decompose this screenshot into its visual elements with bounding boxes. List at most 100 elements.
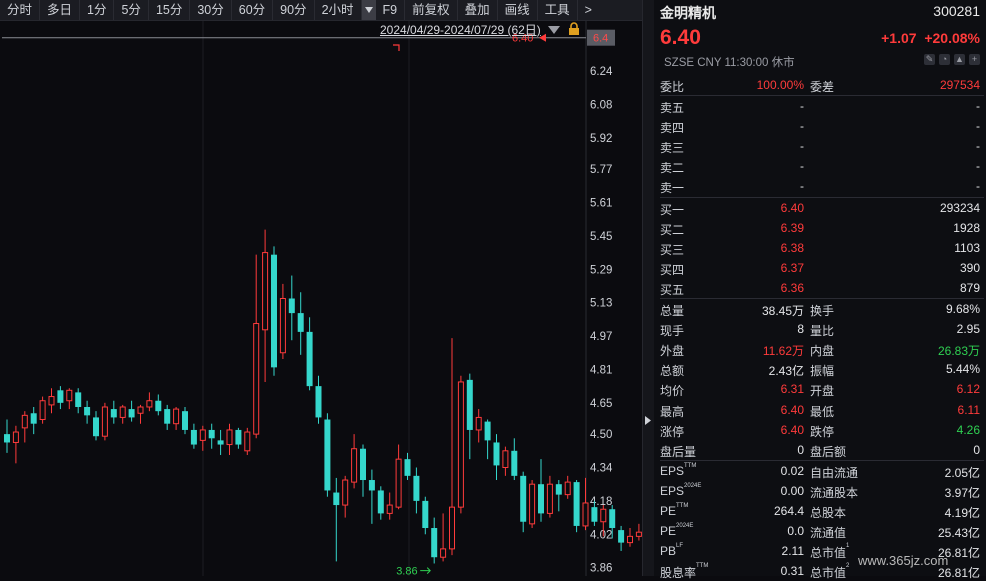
row-label-text: 买五 xyxy=(660,282,685,297)
period-tab-1[interactable]: 多日 xyxy=(40,0,81,20)
row-value: 38.45万 xyxy=(761,304,804,319)
price-tick-label: 4.34 xyxy=(590,463,613,475)
period-dropdown-icon[interactable] xyxy=(361,0,376,20)
toolbar-tool-1[interactable]: 前复权 xyxy=(405,0,458,20)
row-value: 6.40 xyxy=(780,402,804,417)
candle xyxy=(21,411,28,443)
change-percent: +20.08% xyxy=(924,30,980,46)
row-label: 买四 xyxy=(660,261,684,278)
price-tick-label: 5.77 xyxy=(590,164,612,176)
row-value-2: - xyxy=(976,119,980,134)
candle xyxy=(511,438,518,481)
lock-icon[interactable] xyxy=(568,22,580,38)
candle xyxy=(288,275,295,341)
row-value-2: 879 xyxy=(959,280,980,295)
toolbar-tool-2[interactable]: 叠加 xyxy=(458,0,498,20)
candle xyxy=(146,392,153,412)
price-tick-label: 5.61 xyxy=(590,198,612,210)
toolbar-tool-0[interactable]: F9 xyxy=(376,0,406,20)
add-icon[interactable]: + xyxy=(969,54,980,65)
candle-body xyxy=(253,323,260,435)
row-label-text: 现手 xyxy=(660,324,685,339)
price-tick-label: 6.08 xyxy=(590,99,612,111)
bell-icon[interactable]: ▲ xyxy=(954,54,965,65)
row-label-2-text: 开盘 xyxy=(810,384,835,399)
row-value: 6.38 xyxy=(780,240,804,255)
range-caret-down-icon[interactable] xyxy=(548,24,560,38)
period-tab-8[interactable]: 2小时 xyxy=(315,0,362,20)
candle xyxy=(110,400,117,424)
stock-name: 金明精机 xyxy=(660,5,716,21)
row-value-2: 1928 xyxy=(953,220,980,235)
candle-body xyxy=(360,448,366,481)
row-label-sup: LF xyxy=(676,543,684,550)
row-label-2: 最低 xyxy=(810,403,834,420)
candle xyxy=(413,467,420,514)
candle-body xyxy=(484,421,491,441)
price-tick-label: 4.50 xyxy=(590,429,612,441)
candle-body xyxy=(573,482,580,526)
price-tick-label: 5.13 xyxy=(590,298,612,310)
quote-panel: 金明精机 300281 6.40 +1.07 +20.08% SZSE CNY … xyxy=(654,0,986,580)
toolbar-more-button[interactable]: > xyxy=(578,0,599,20)
edit-icon[interactable]: ✎ xyxy=(924,54,935,65)
candle xyxy=(217,429,224,455)
row-value: 0 xyxy=(797,442,804,457)
row-value: 100.00% xyxy=(756,78,804,92)
candle-body xyxy=(493,442,500,466)
low-arrow-icon xyxy=(420,567,431,575)
period-tab-6[interactable]: 60分 xyxy=(232,0,274,20)
collapse-panel-icon[interactable] xyxy=(645,414,651,428)
row-label-2-text: 总市值 xyxy=(810,566,847,581)
period-tab-5[interactable]: 30分 xyxy=(190,0,232,20)
row-label-2-text: 换手 xyxy=(810,304,835,319)
row-label: 买一 xyxy=(660,201,684,218)
stock-code: 300281 xyxy=(933,3,980,19)
candle-body xyxy=(511,450,518,476)
row-value: - xyxy=(800,179,804,194)
candle xyxy=(422,496,429,535)
toolbar-tool-4[interactable]: 工具 xyxy=(538,0,578,20)
toolbar-tool-3[interactable]: 画线 xyxy=(498,0,538,20)
candle xyxy=(279,283,286,360)
candle xyxy=(262,229,269,382)
period-tab-2[interactable]: 1分 xyxy=(80,0,115,20)
quote-row: 盘后量 0 盘后额 0 xyxy=(660,440,984,460)
candle xyxy=(573,480,580,533)
row-label-2: 跌停 xyxy=(810,423,834,440)
candle xyxy=(137,404,144,424)
candle-body xyxy=(377,490,384,514)
row-value-2: 26.83万 xyxy=(937,344,980,359)
quote-row: 总额 2.43亿 振幅 5.44% xyxy=(660,359,984,379)
row-label-text: 买三 xyxy=(660,242,685,257)
row-value: 6.36 xyxy=(780,280,804,295)
row-label-2: 委差 xyxy=(810,78,834,95)
period-tab-4[interactable]: 15分 xyxy=(149,0,191,20)
row-value: 2.43亿 xyxy=(768,364,804,379)
period-tab-0[interactable]: 分时 xyxy=(0,0,41,20)
period-tab-3[interactable]: 5分 xyxy=(114,0,149,20)
candle-body xyxy=(57,390,64,403)
candle xyxy=(493,434,500,481)
candle xyxy=(449,338,455,556)
date-range-label[interactable]: 2024/04/29-2024/07/29 (62日) xyxy=(380,21,541,38)
kline-svg[interactable]: 6.24 6.08 5.92 5.77 5.61 5.45 5.29 5.13 4.97 4.81… xyxy=(0,21,642,576)
candle-body xyxy=(555,484,562,495)
row-label-text: 最高 xyxy=(660,404,685,419)
period-tab-7[interactable]: 90分 xyxy=(273,0,315,20)
alert-icon[interactable]: ◔ xyxy=(939,54,950,65)
row-value-2: 1103 xyxy=(954,240,980,255)
candle xyxy=(431,517,438,564)
row-label-2-text: 内盘 xyxy=(810,344,835,359)
candle-body xyxy=(609,509,616,529)
candle xyxy=(30,406,37,435)
quote-row: 委比 100.00% 委差 297534 xyxy=(660,75,984,95)
kline-chart[interactable]: 6.24 6.08 5.92 5.77 5.61 5.45 5.29 5.13 4.97 4.81… xyxy=(0,21,642,576)
price-tick-label: 3.86 xyxy=(590,563,612,575)
row-value: 264.4 xyxy=(773,503,804,518)
candle xyxy=(155,394,162,416)
row-label: 买三 xyxy=(660,241,684,258)
candle xyxy=(12,425,19,464)
row-label-2-text: 自由流通 xyxy=(810,465,859,480)
row-label-2: 开盘 xyxy=(810,382,834,399)
